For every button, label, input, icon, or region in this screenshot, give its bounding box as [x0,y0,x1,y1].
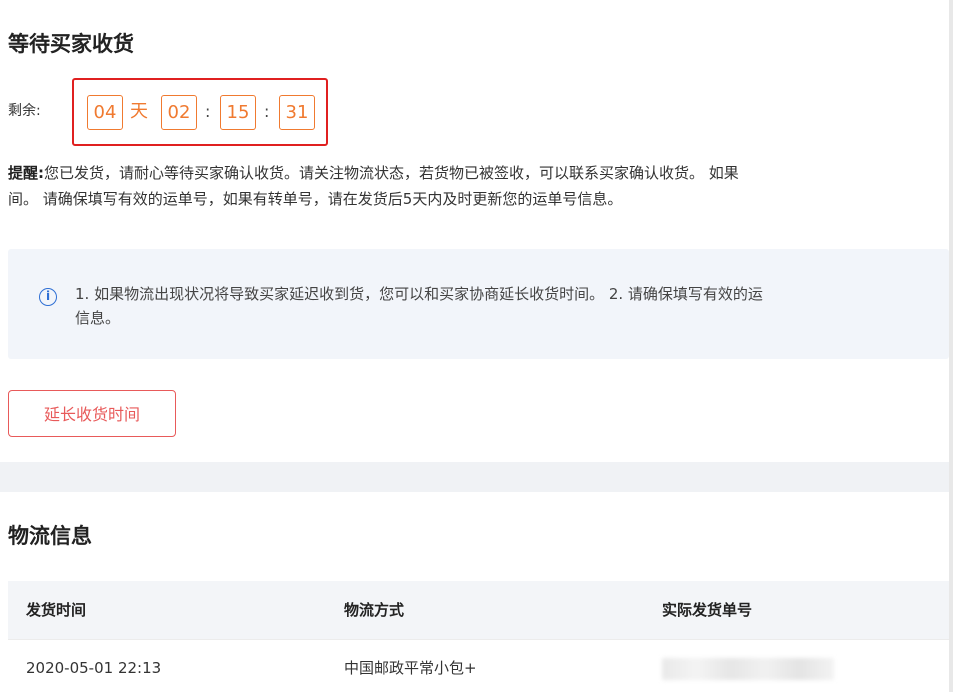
notice-text: 1. 如果物流出现状况将导致买家延迟收到货，您可以和买家协商延长收货时间。 2.… [75,282,953,330]
scrollbar-track[interactable] [949,0,953,692]
status-section: 等待买家收货 剩余: 04 天 02 : 15 : 31 提醒:您已发货，请耐心… [0,0,949,462]
reminder-line-1: 您已发货，请耐心等待买家确认收货。请关注物流状态，若货物已被签收，可以联系买家确… [44,164,739,182]
notice-line-2: 信息。 [75,309,121,327]
countdown-days: 04 [87,95,123,130]
notice-line-1: 1. 如果物流出现状况将导致买家延迟收到货，您可以和买家协商延长收货时间。 2.… [75,285,763,303]
section-divider [0,462,949,492]
remain-label: 剩余: [8,103,41,119]
countdown-colon: : [264,102,270,121]
logistics-table-header: 发货时间 物流方式 实际发货单号 [8,581,949,639]
reminder-text: 提醒:您已发货，请耐心等待买家确认收货。请关注物流状态，若货物已被签收，可以联系… [8,160,953,212]
notice-panel: i 1. 如果物流出现状况将导致买家延迟收到货，您可以和买家协商延长收货时间。 … [8,249,949,359]
info-icon: i [39,288,57,306]
table-row: 2020-05-01 22:13 中国邮政平常小包+ [8,639,949,692]
countdown-hours: 02 [161,95,197,130]
cell-ship-time: 2020-05-01 22:13 [26,659,162,677]
reminder-line-2: 间。 请确保填写有效的运单号，如果有转单号，请在发货后5天内及时更新您的运单号信… [8,190,623,208]
logistics-section: 物流信息 发货时间 物流方式 实际发货单号 2020-05-01 22:13 中… [0,492,949,692]
countdown-minutes: 15 [220,95,256,130]
column-tracking-number: 实际发货单号 [662,601,753,619]
cell-shipping-method: 中国邮政平常小包+ [344,659,477,677]
logistics-title: 物流信息 [8,524,92,548]
extend-receipt-button[interactable]: 延长收货时间 [8,390,176,437]
reminder-label: 提醒: [8,164,44,182]
column-ship-time: 发货时间 [26,601,87,619]
order-status-page: 等待买家收货 剩余: 04 天 02 : 15 : 31 提醒:您已发货，请耐心… [0,0,953,692]
status-title: 等待买家收货 [8,32,134,56]
cell-tracking-number-redacted [662,658,834,680]
countdown-day-unit: 天 [130,101,148,122]
countdown-seconds: 31 [279,95,315,130]
countdown-colon: : [205,102,211,121]
countdown-highlight: 04 天 02 : 15 : 31 [72,78,328,146]
column-shipping-method: 物流方式 [344,601,405,619]
